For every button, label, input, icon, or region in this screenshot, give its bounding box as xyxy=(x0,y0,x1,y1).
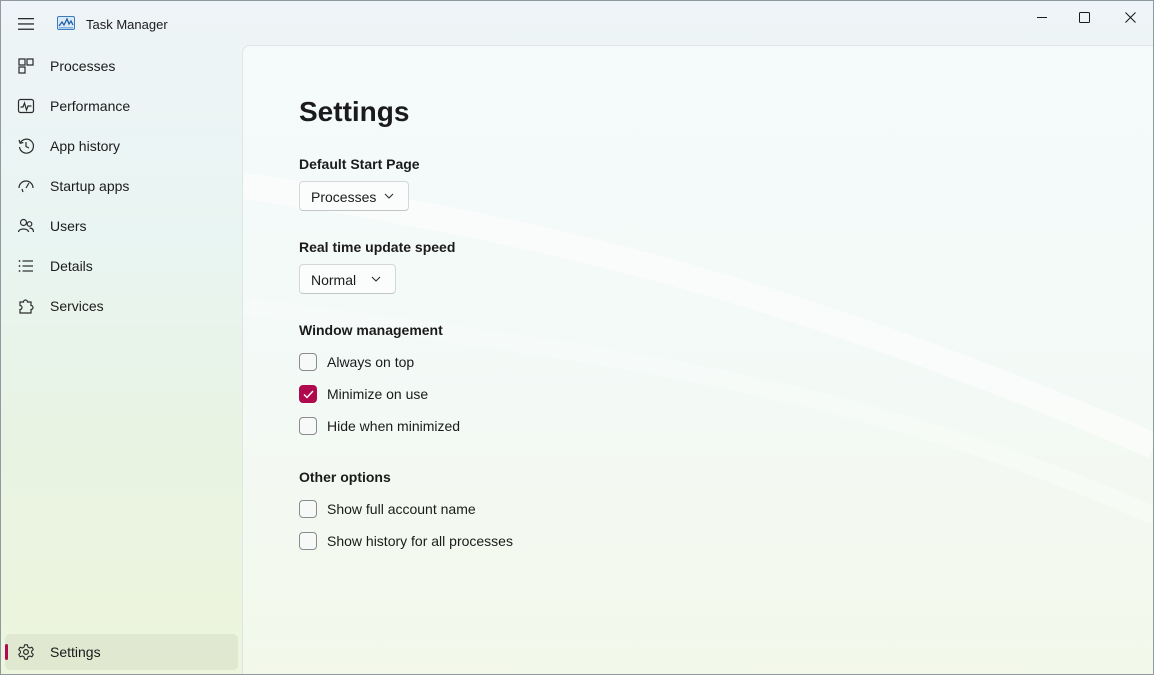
other-options-label: Other options xyxy=(299,469,391,485)
window-management-label: Window management xyxy=(299,322,443,338)
minimize-on-use-checkbox[interactable] xyxy=(299,385,317,403)
checkmark-icon xyxy=(303,390,314,399)
sidebar-item-label: Users xyxy=(50,218,87,234)
sidebar-item-services[interactable]: Services xyxy=(5,288,238,324)
services-puzzle-icon xyxy=(19,299,34,314)
hamburger-menu-icon[interactable] xyxy=(11,10,41,38)
checkbox-label: Minimize on use xyxy=(327,386,429,402)
window-title: Task Manager xyxy=(86,17,168,32)
update-speed-label: Real time update speed xyxy=(299,239,456,255)
sidebar-item-label: Details xyxy=(50,258,93,274)
sidebar-item-label: Processes xyxy=(50,58,116,74)
minimize-button[interactable] xyxy=(1019,1,1065,33)
history-clock-icon xyxy=(18,138,35,154)
sidebar-item-performance[interactable]: Performance xyxy=(5,88,238,124)
task-manager-chart-icon xyxy=(57,16,75,31)
processes-grid-icon xyxy=(18,58,34,74)
checkbox-label: Always on top xyxy=(327,354,415,370)
dropdown-selected-value: Normal xyxy=(311,272,357,288)
users-icon xyxy=(17,218,35,233)
default-start-page-label: Default Start Page xyxy=(299,156,420,172)
selection-indicator xyxy=(5,644,8,660)
show-history-all-processes-checkbox[interactable] xyxy=(299,532,317,550)
sidebar-item-label: Settings xyxy=(50,644,101,660)
sidebar-item-label: Services xyxy=(50,298,104,314)
always-on-top-checkbox[interactable] xyxy=(299,353,317,371)
close-button[interactable] xyxy=(1107,1,1153,33)
chevron-down-icon xyxy=(384,193,394,199)
sidebar-item-settings[interactable]: Settings xyxy=(5,634,238,670)
minimize-icon xyxy=(1036,16,1047,18)
sidebar-item-users[interactable]: Users xyxy=(5,208,238,244)
sidebar-nav: Processes Performance App history Startu… xyxy=(1,45,242,674)
update-speed-dropdown[interactable]: Normal xyxy=(299,264,396,294)
sidebar-item-label: App history xyxy=(50,138,121,154)
maximize-button[interactable] xyxy=(1061,1,1107,33)
page-title: Settings xyxy=(299,96,410,127)
startup-gauge-icon xyxy=(18,180,34,193)
sidebar-item-app-history[interactable]: App history xyxy=(5,128,238,164)
title-bar: Task Manager xyxy=(1,1,1153,45)
maximize-icon xyxy=(1078,11,1090,23)
close-icon xyxy=(1124,11,1136,23)
sidebar-item-label: Startup apps xyxy=(50,178,130,194)
dropdown-selected-value: Processes xyxy=(311,189,377,205)
sidebar-item-processes[interactable]: Processes xyxy=(5,48,238,84)
task-manager-window: Task Manager Processes Performance App h… xyxy=(0,0,1154,675)
checkbox-label: Hide when minimized xyxy=(327,418,461,434)
chevron-down-icon xyxy=(371,276,381,282)
default-start-page-dropdown[interactable]: Processes xyxy=(299,181,409,211)
checkbox-label: Show full account name xyxy=(327,501,476,517)
checkbox-label: Show history for all processes xyxy=(327,533,513,549)
settings-page: Settings Default Start Page Processes Re… xyxy=(242,45,1153,674)
show-full-account-name-checkbox[interactable] xyxy=(299,500,317,518)
gear-icon xyxy=(18,644,34,660)
hide-when-minimized-checkbox[interactable] xyxy=(299,417,317,435)
sidebar-item-startup-apps[interactable]: Startup apps xyxy=(5,168,238,204)
sidebar-item-details[interactable]: Details xyxy=(5,248,238,284)
details-list-icon xyxy=(18,260,33,272)
sidebar-item-label: Performance xyxy=(50,98,131,114)
performance-pulse-icon xyxy=(17,98,35,114)
